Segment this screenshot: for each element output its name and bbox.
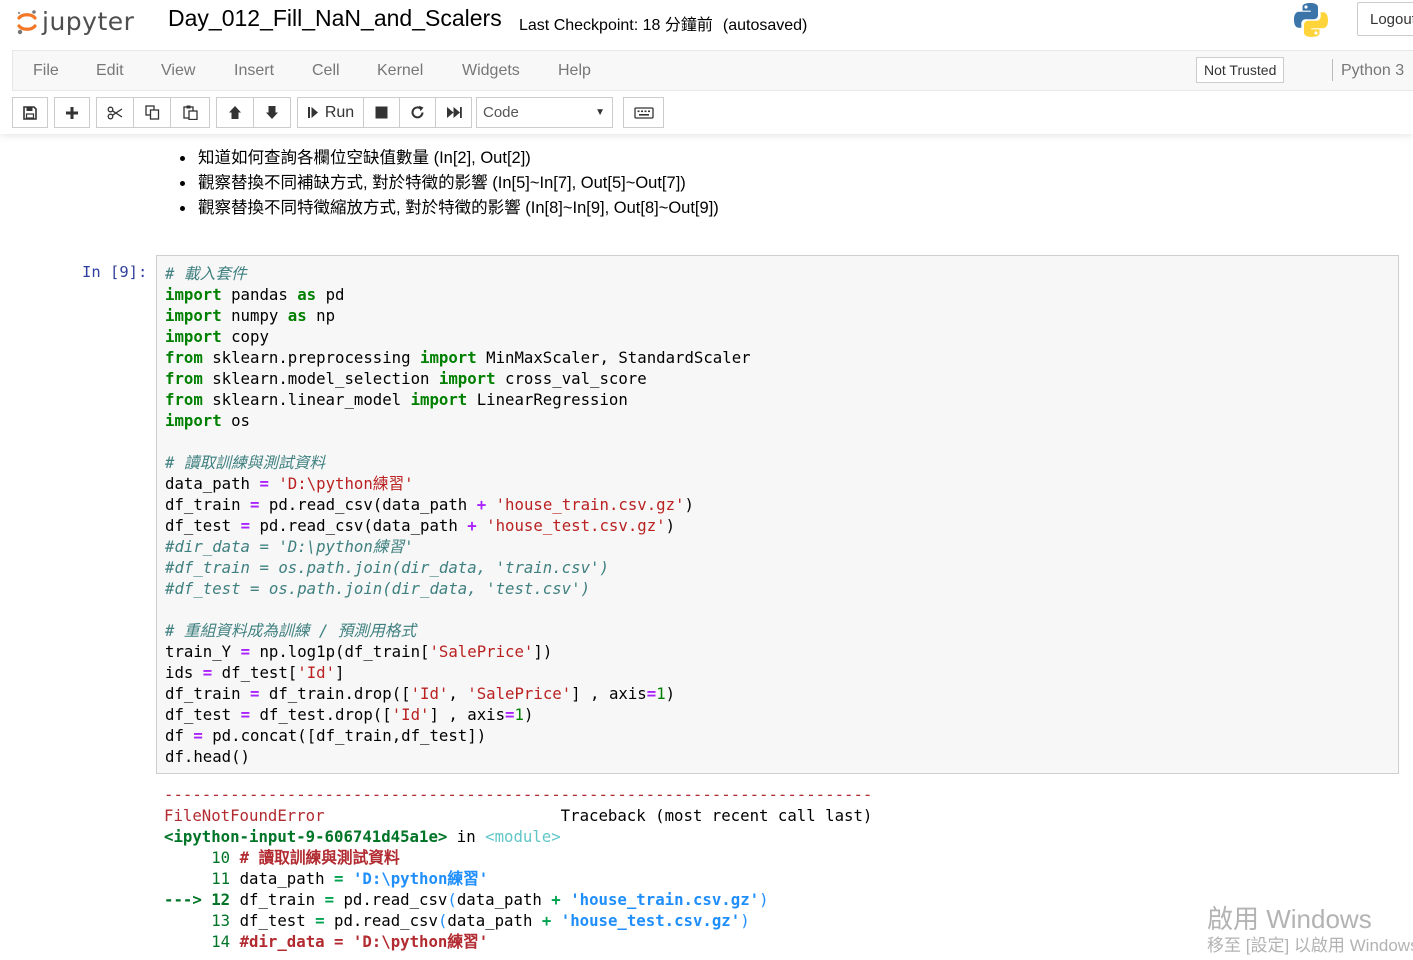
arrow-down-icon (266, 106, 278, 119)
menu-kernel[interactable]: Kernel (377, 51, 423, 90)
markdown-bullet-list: 知道如何查詢各欄位空缺值數量 (In[2], Out[2]) 觀察替換不同補缺方… (180, 146, 719, 221)
traceback-line: 10 # 讀取訓練與測試資料 (211, 848, 400, 867)
notebook-page: 知道如何查詢各欄位空缺值數量 (In[2], Out[2]) 觀察替換不同補缺方… (0, 134, 1413, 960)
run-button[interactable]: Run (297, 97, 364, 128)
keyboard-icon (633, 106, 654, 119)
traceback-line: 11 data_path = 'D:\python練習' (211, 869, 489, 888)
code-line: df_train = df_train.drop(['Id', 'SalePri… (165, 684, 676, 703)
list-item: 觀察替換不同補缺方式, 對於特徵的影響 (In[5]~In[7], Out[5]… (180, 171, 719, 196)
menu-insert[interactable]: Insert (234, 51, 274, 90)
logout-button[interactable]: Logout (1357, 2, 1413, 36)
trust-status-button[interactable]: Not Trusted (1196, 57, 1285, 83)
stop-icon (375, 106, 388, 119)
notebook-toolbar: Run Code ▼ (0, 91, 1413, 134)
list-item: 知道如何查詢各欄位空缺值數量 (In[2], Out[2]) (180, 146, 719, 171)
code-line: # 重組資料成為訓練 / 預測用格式 (165, 621, 417, 640)
code-line: df_train = pd.read_csv(data_path + 'hous… (165, 495, 694, 514)
arrow-up-icon (229, 106, 241, 119)
code-line: df = pd.concat([df_train,df_test]) (165, 726, 487, 745)
save-icon (23, 105, 37, 120)
run-all-button[interactable] (435, 97, 472, 128)
checkpoint-status: Last Checkpoint: 18 分鐘前 (autosaved) (519, 11, 807, 35)
fast-forward-icon (446, 107, 462, 118)
code-line: df_test = pd.read_csv(data_path + 'house… (165, 516, 676, 535)
restart-button[interactable] (399, 97, 436, 128)
code-line: #dir_data = 'D:\python練習' (165, 537, 414, 556)
code-line: # 載入套件 (165, 264, 247, 283)
menu-cell[interactable]: Cell (312, 51, 340, 90)
paste-button[interactable] (170, 97, 210, 128)
code-line: import pandas as pd (165, 285, 345, 304)
menu-view[interactable]: View (161, 51, 195, 90)
insert-cell-button[interactable] (54, 97, 90, 128)
watermark-title: 啟用 Windows (1207, 904, 1372, 934)
code-line: import numpy as np (165, 306, 336, 325)
code-line: train_Y = np.log1p(df_train['SalePrice']… (165, 642, 553, 661)
code-line: # 讀取訓練與測試資料 (165, 453, 326, 472)
menu-edit[interactable]: Edit (96, 51, 124, 90)
code-line: from sklearn.preprocessing import MinMax… (165, 348, 751, 367)
code-line: df.head() (165, 747, 251, 766)
code-line: import copy (165, 327, 269, 346)
plus-icon (66, 106, 78, 119)
code-line: #df_train = os.path.join(dir_data, 'trai… (165, 558, 609, 577)
code-line: from sklearn.linear_model import LinearR… (165, 390, 628, 409)
traceback-line: ----------------------------------------… (164, 785, 873, 804)
code-line: df_test = df_test.drop(['Id'] , axis=1) (165, 705, 534, 724)
cut-icon (107, 106, 123, 119)
notebook-header: jupyter Day_012_Fill_NaN_and_Scalers Las… (0, 0, 1413, 134)
kernel-name[interactable]: Python 3 (1341, 51, 1404, 90)
jupyter-wordmark: jupyter (42, 6, 135, 36)
command-palette-button[interactable] (623, 97, 664, 128)
menu-widgets[interactable]: Widgets (462, 51, 520, 90)
cell-type-value: Code (483, 104, 519, 121)
copy-button[interactable] (133, 97, 171, 128)
menu-help[interactable]: Help (558, 51, 591, 90)
python-logo-icon (1292, 1, 1330, 44)
traceback-line: <ipython-input-9-606741d45a1e> in <modul… (164, 827, 561, 846)
move-up-button[interactable] (216, 97, 254, 128)
restart-icon (411, 105, 424, 119)
save-button[interactable] (12, 97, 48, 128)
paste-icon (182, 105, 198, 120)
code-line: data_path = 'D:\python練習' (165, 474, 414, 493)
run-button-label: Run (324, 103, 355, 121)
cell-output-traceback: ----------------------------------------… (164, 784, 872, 952)
code-line: from sklearn.model_selection import cros… (165, 369, 647, 388)
code-editor[interactable]: # 載入套件 import pandas as pd import numpy as… (165, 263, 751, 767)
menu-file[interactable]: File (33, 51, 59, 90)
cell-type-select[interactable]: Code ▼ (476, 97, 613, 128)
cut-button[interactable] (96, 97, 134, 128)
move-down-button[interactable] (253, 97, 291, 128)
chevron-down-icon: ▼ (595, 107, 605, 118)
copy-icon (144, 105, 159, 120)
list-item: 觀察替換不同特徵縮放方式, 對於特徵的影響 (In[8]~In[9], Out[… (180, 196, 719, 221)
windows-activation-watermark: 啟用 Windows 移至 [設定] 以啟用 Windows。 (1207, 904, 1413, 958)
checkpoint-text: Last Checkpoint: 18 分鐘前 (519, 17, 713, 34)
kernel-divider (1332, 59, 1333, 81)
autosave-status: (autosaved) (722, 17, 808, 34)
jupyter-logo-icon (17, 10, 37, 35)
code-line: ids = df_test['Id'] (165, 663, 345, 682)
input-prompt: In [9]: (82, 263, 148, 281)
code-input-area[interactable]: # 載入套件 import pandas as pd import numpy as… (156, 255, 1399, 774)
code-line: import os (165, 411, 251, 430)
watermark-subtitle: 移至 [設定] 以啟用 Windows。 (1207, 936, 1413, 955)
menu-bar: File Edit View Insert Cell Kernel Widget… (12, 50, 1413, 91)
traceback-line: FileNotFoundError Traceback (most recent… (164, 806, 873, 825)
notebook-area[interactable]: 知道如何查詢各欄位空缺值數量 (In[2], Out[2]) 觀察替換不同補缺方… (0, 134, 1413, 960)
interrupt-button[interactable] (363, 97, 400, 128)
code-line: #df_test = os.path.join(dir_data, 'test.… (165, 579, 591, 598)
traceback-line: 14 #dir_data = 'D:\python練習' (211, 932, 489, 951)
jupyter-logo[interactable]: jupyter (16, 4, 134, 40)
traceback-line: ---> 12 df_train = pd.read_csv(data_path… (164, 890, 769, 909)
run-icon (307, 107, 318, 118)
traceback-line: 13 df_test = pd.read_csv(data_path + 'ho… (211, 911, 750, 930)
notebook-title[interactable]: Day_012_Fill_NaN_and_Scalers (168, 5, 502, 32)
